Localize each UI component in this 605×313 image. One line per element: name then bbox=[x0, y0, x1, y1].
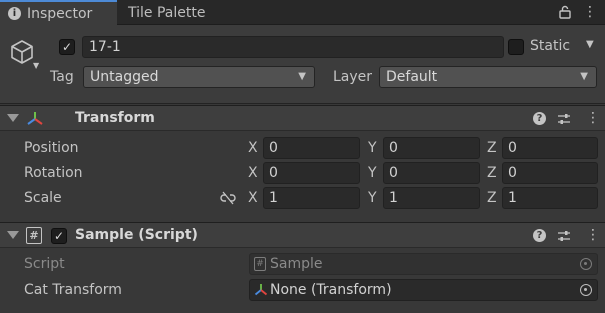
static-checkbox[interactable] bbox=[508, 39, 524, 55]
static-label: Static bbox=[530, 38, 571, 54]
gameobject-cube-icon[interactable] bbox=[8, 38, 36, 66]
cat-transform-label: Cat Transform bbox=[24, 282, 122, 298]
position-y-label[interactable]: Y bbox=[368, 140, 377, 156]
rotation-y-label[interactable]: Y bbox=[368, 165, 377, 181]
object-name-field[interactable]: 17-1 bbox=[82, 36, 504, 58]
component-menu-icon[interactable]: ⋮ bbox=[586, 110, 600, 126]
sample-script-title: Sample (Script) bbox=[75, 227, 198, 243]
script-enabled-checkbox[interactable]: ✓ bbox=[51, 228, 67, 244]
help-icon[interactable]: ? bbox=[533, 229, 546, 242]
tag-dropdown-value: Untagged bbox=[90, 69, 159, 85]
transform-title: Transform bbox=[75, 110, 155, 126]
transform-axes-icon bbox=[27, 112, 43, 125]
sample-script-header[interactable]: # ✓ Sample (Script) ? ⋮ bbox=[0, 222, 605, 248]
layer-dropdown[interactable]: Default ▼ bbox=[379, 66, 597, 88]
help-icon[interactable]: ? bbox=[533, 112, 546, 125]
cat-transform-object-field[interactable]: None (Transform) bbox=[249, 279, 598, 301]
tab-tile-palette[interactable]: Tile Palette bbox=[118, 0, 228, 25]
object-picker-icon[interactable] bbox=[580, 284, 592, 296]
tab-bar: i Inspector Tile Palette ⋮ bbox=[0, 0, 605, 25]
info-icon: i bbox=[8, 7, 21, 20]
rotation-x-label[interactable]: X bbox=[248, 165, 258, 181]
scale-z-label[interactable]: Z bbox=[487, 190, 497, 206]
scale-z-field[interactable]: 1 bbox=[502, 187, 598, 209]
chevron-down-icon: ▼ bbox=[580, 71, 588, 82]
script-object-field: # Sample bbox=[249, 253, 598, 275]
lock-icon[interactable] bbox=[558, 5, 572, 19]
script-label: Script bbox=[24, 256, 65, 272]
chevron-down-icon: ▼ bbox=[298, 71, 306, 82]
icon-dropdown-caret-icon[interactable]: ▼ bbox=[33, 61, 39, 70]
active-checkbox[interactable]: ✓ bbox=[59, 39, 75, 55]
transform-axes-icon bbox=[254, 284, 268, 296]
scale-y-field[interactable]: 1 bbox=[383, 187, 480, 209]
component-menu-icon[interactable]: ⋮ bbox=[586, 227, 600, 243]
tab-inspector[interactable]: i Inspector bbox=[0, 0, 117, 25]
tag-dropdown[interactable]: Untagged ▼ bbox=[83, 66, 315, 88]
rotation-x-field[interactable]: 0 bbox=[263, 162, 360, 184]
position-label: Position bbox=[24, 140, 79, 156]
position-x-field[interactable]: 0 bbox=[263, 137, 360, 159]
tab-menu-icon[interactable]: ⋮ bbox=[583, 4, 597, 20]
rotation-y-field[interactable]: 0 bbox=[383, 162, 480, 184]
static-dropdown-caret-icon[interactable]: ▼ bbox=[586, 39, 594, 50]
position-z-label[interactable]: Z bbox=[487, 140, 497, 156]
layer-dropdown-value: Default bbox=[386, 69, 438, 85]
foldout-arrow-icon[interactable] bbox=[7, 231, 19, 239]
scale-x-field[interactable]: 1 bbox=[263, 187, 360, 209]
tag-label: Tag bbox=[50, 69, 74, 85]
layer-label: Layer bbox=[333, 69, 373, 85]
object-picker-icon bbox=[580, 258, 592, 270]
script-object-value: Sample bbox=[270, 256, 323, 272]
csharp-script-icon: # bbox=[254, 257, 266, 271]
rotation-label: Rotation bbox=[24, 165, 83, 181]
position-z-field[interactable]: 0 bbox=[502, 137, 598, 159]
cat-transform-value: None (Transform) bbox=[270, 282, 392, 298]
csharp-script-icon: # bbox=[26, 227, 42, 244]
rotation-z-field[interactable]: 0 bbox=[502, 162, 598, 184]
presets-icon[interactable] bbox=[557, 112, 571, 126]
transform-header[interactable]: Transform ? ⋮ bbox=[0, 105, 605, 131]
gameobject-header: ▼ ✓ 17-1 Static ▼ Tag Untagged ▼ Layer D… bbox=[0, 25, 605, 104]
presets-icon[interactable] bbox=[557, 229, 571, 243]
foldout-arrow-icon[interactable] bbox=[7, 114, 19, 122]
unlinked-scale-icon[interactable] bbox=[220, 191, 236, 205]
scale-y-label[interactable]: Y bbox=[368, 190, 377, 206]
scale-label: Scale bbox=[24, 190, 62, 206]
tab-inspector-label: Inspector bbox=[27, 5, 93, 22]
rotation-z-label[interactable]: Z bbox=[487, 165, 497, 181]
scale-x-label[interactable]: X bbox=[248, 190, 258, 206]
position-y-field[interactable]: 0 bbox=[383, 137, 480, 159]
tab-tile-palette-label: Tile Palette bbox=[128, 4, 206, 21]
position-x-label[interactable]: X bbox=[248, 140, 258, 156]
